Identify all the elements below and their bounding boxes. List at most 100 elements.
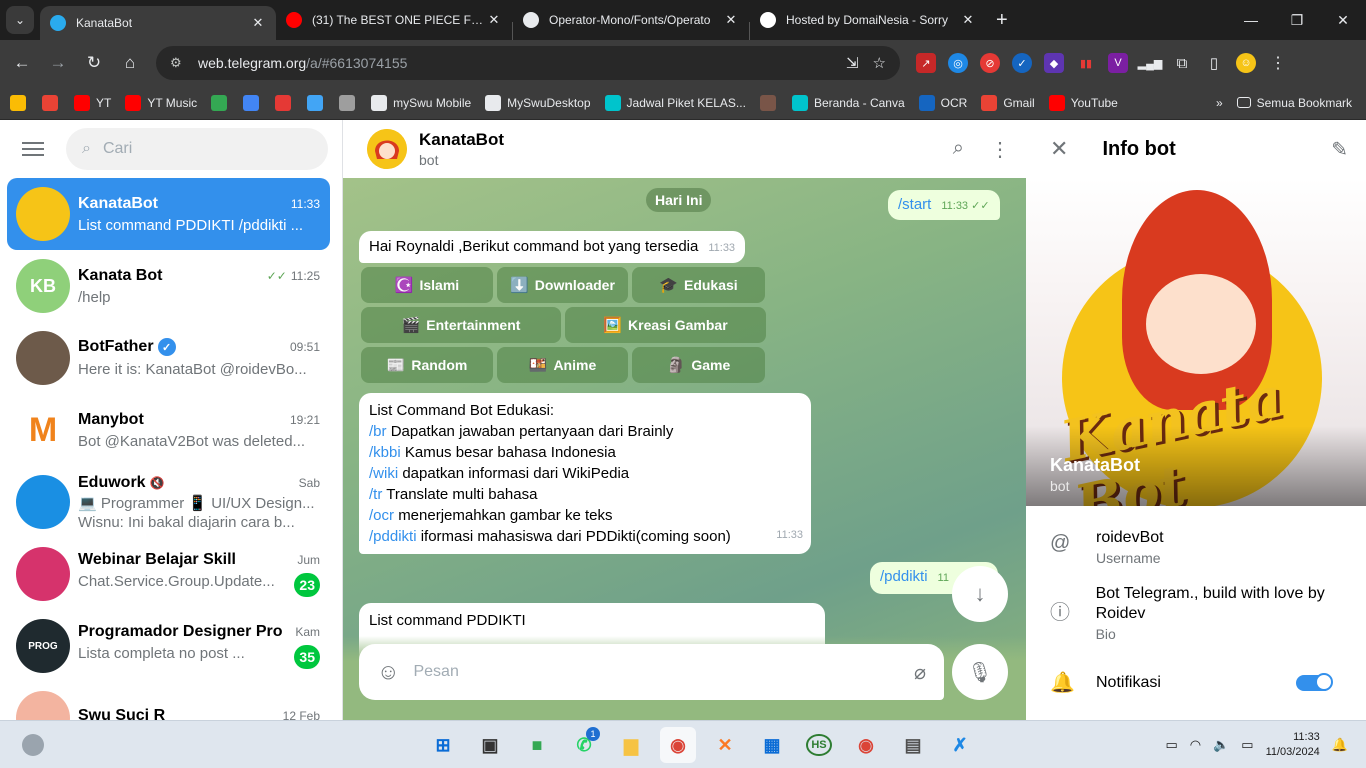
keyboard-button-game[interactable]: 🗿 Game xyxy=(632,347,765,383)
bookmark-item[interactable]: Gmail xyxy=(981,94,1035,111)
hs-icon[interactable]: HS xyxy=(801,727,837,763)
keyboard-button-anime[interactable]: 🍱 Anime xyxy=(497,347,628,383)
side-panel-icon[interactable]: ▯ xyxy=(1204,53,1224,73)
minimize-button[interactable]: — xyxy=(1228,12,1274,29)
bookmark-item[interactable] xyxy=(759,94,782,111)
bot-profile-photo[interactable]: Kanata Bot KanataBot bot xyxy=(1026,178,1366,506)
chrome-2-icon[interactable]: ◉ xyxy=(848,727,884,763)
extension-purple-icon[interactable]: ◆ xyxy=(1044,53,1064,73)
more-options-icon[interactable]: ⋮ xyxy=(990,137,1010,162)
conversation-header[interactable]: KanataBot bot ⌕ ⋮ xyxy=(343,120,1026,178)
all-bookmarks-folder[interactable]: Semua Bookmark xyxy=(1236,96,1352,110)
chat-list-item[interactable]: KB Kanata Bot ✓✓ 11:25/help xyxy=(7,250,330,322)
bookmark-item[interactable]: Beranda - Canva xyxy=(791,94,905,111)
extension-signal-icon[interactable]: ▂▄▆ xyxy=(1138,53,1163,73)
whatsapp-icon[interactable]: ✆ 1 xyxy=(566,727,602,763)
chat-list-item[interactable]: KanataBot 11:33 List command PDDIKTI /pddi… xyxy=(7,178,330,250)
bookmark-item[interactable]: OCR xyxy=(918,94,967,111)
search-in-chat-icon[interactable]: ⌕ xyxy=(953,137,964,162)
extensions-puzzle-icon[interactable]: ⧉ xyxy=(1172,53,1192,73)
keyboard-button-random[interactable]: 📰 Random xyxy=(361,347,493,383)
bookmark-item[interactable]: MySwuDesktop xyxy=(485,94,591,111)
address-bar[interactable]: ⚙ web.telegram.org/a/#6613074155 ⇲ ☆ xyxy=(156,46,900,80)
notifications-toggle[interactable] xyxy=(1296,672,1333,691)
command-link[interactable]: /tr xyxy=(369,486,382,503)
bookmark-item[interactable]: YT Music xyxy=(125,94,197,111)
chat-list-item[interactable]: Swu Suci R 12 Feb xyxy=(7,682,330,720)
edit-icon[interactable]: ✎ xyxy=(1331,137,1348,162)
bookmark-star-icon[interactable]: ☆ xyxy=(873,54,886,72)
bookmark-item[interactable]: mySwu Mobile xyxy=(371,94,471,111)
display-icon[interactable]: ▭ xyxy=(1165,737,1177,753)
chrome-icon[interactable]: ◉ xyxy=(660,727,696,763)
extension-check-icon[interactable]: ✓ xyxy=(1012,53,1032,73)
keyboard-button-kreasi-gambar[interactable]: 🖼️ Kreasi Gambar xyxy=(565,307,766,343)
notification-bell-icon[interactable]: 🔔 xyxy=(1332,737,1348,753)
chat-list-item[interactable]: Eduwork 🔇 Sab 💻 Programmer 📱 UI/UX Design..… xyxy=(7,466,330,538)
calculator-icon[interactable]: ▤ xyxy=(895,727,931,763)
file-explorer-icon[interactable]: ▆ xyxy=(613,727,649,763)
browser-tab[interactable]: (31) The BEST ONE PIECE Funny ✕ xyxy=(276,0,512,40)
browser-tab[interactable]: Hosted by DomaiNesia - Sorry ✕ xyxy=(750,0,986,40)
extension-v-icon[interactable]: V xyxy=(1108,53,1128,73)
extension-block-icon[interactable]: ⊘ xyxy=(980,53,1000,73)
browser-tab[interactable]: KanataBot ✕ xyxy=(40,6,276,40)
conversation-avatar[interactable] xyxy=(367,129,407,169)
voice-message-button[interactable]: 🎙 xyxy=(952,644,1008,700)
username-row[interactable]: @ roidevBot Username xyxy=(1026,528,1366,566)
incoming-message[interactable]: Hai Roynaldi ,Berikut command bot yang t… xyxy=(359,231,746,263)
bookmark-item[interactable] xyxy=(339,94,361,111)
new-tab-button[interactable]: + xyxy=(996,9,1008,32)
outgoing-message[interactable]: /start 11:33 ✓✓ xyxy=(888,190,1000,220)
bookmark-item[interactable]: YouTube xyxy=(1048,94,1118,111)
browser-menu-icon[interactable]: ⋮ xyxy=(1268,53,1288,73)
close-tab-icon[interactable]: ✕ xyxy=(486,12,502,28)
main-menu-icon[interactable] xyxy=(22,142,44,156)
install-app-icon[interactable]: ⇲ xyxy=(846,54,859,72)
close-tab-icon[interactable]: ✕ xyxy=(960,12,976,28)
wifi-icon[interactable]: ◠ xyxy=(1190,737,1201,753)
bookmark-item[interactable] xyxy=(307,94,329,111)
volume-icon[interactable]: 🔈 xyxy=(1213,737,1229,753)
keyboard-button-downloader[interactable]: ⬇️ Downloader xyxy=(497,267,628,303)
search-input[interactable]: ⌕ Cari xyxy=(66,128,328,170)
notifications-row[interactable]: 🔔 Notifikasi xyxy=(1026,670,1366,695)
scroll-to-bottom-button[interactable]: ↓ xyxy=(952,566,1008,622)
close-window-button[interactable]: ✕ xyxy=(1320,12,1366,29)
site-info-icon[interactable]: ⚙ xyxy=(170,55,192,71)
bookmark-item[interactable] xyxy=(10,94,32,111)
command-link[interactable]: /br xyxy=(369,423,387,440)
browser-tab[interactable]: Operator-Mono/Fonts/Operato ✕ xyxy=(513,0,749,40)
extension-equalizer-icon[interactable]: ▮▮ xyxy=(1076,53,1096,73)
attach-icon[interactable]: ⌀ xyxy=(914,660,926,685)
command-link[interactable]: /kbbi xyxy=(369,444,401,461)
bookmark-item[interactable] xyxy=(243,94,265,111)
meet-icon[interactable]: ■ xyxy=(519,727,555,763)
message-composer[interactable]: ☺ Pesan ⌀ xyxy=(359,644,944,700)
more-bookmarks-button[interactable]: » xyxy=(1216,96,1223,110)
xampp-icon[interactable]: ✕ xyxy=(707,727,743,763)
chat-list-item[interactable]: BotFather ✓ 09:51 Here it is: KanataBot @ro… xyxy=(7,322,330,394)
keyboard-button-edukasi[interactable]: 🎓 Edukasi xyxy=(632,267,765,303)
clock[interactable]: 11:33 11/03/2024 xyxy=(1266,730,1320,760)
keyboard-button-islami[interactable]: ☪️ Islami xyxy=(361,267,493,303)
bookmark-item[interactable]: YT xyxy=(74,94,111,111)
extension-red-arrow-icon[interactable]: ↗ xyxy=(916,53,936,73)
widgets-icon[interactable] xyxy=(22,733,44,756)
task-view-icon[interactable]: ▣ xyxy=(472,727,508,763)
bookmark-item[interactable] xyxy=(42,94,64,111)
vscode-icon[interactable]: ✗ xyxy=(942,727,978,763)
tab-search-button[interactable]: ⌄ xyxy=(6,6,34,34)
reload-button[interactable]: ↻ xyxy=(76,53,112,73)
windows-icon[interactable]: ⊞ xyxy=(425,727,461,763)
close-tab-icon[interactable]: ✕ xyxy=(723,12,739,28)
emoji-icon[interactable]: ☺ xyxy=(377,659,399,685)
back-button[interactable]: ← xyxy=(4,53,40,73)
chat-list-item[interactable]: M Manybot 19:21 Bot @KanataV2Bot was delete… xyxy=(7,394,330,466)
incoming-message-edukasi[interactable]: List Command Bot Edukasi: /br Dapatkan j… xyxy=(359,393,811,554)
restore-button[interactable]: ❐ xyxy=(1274,12,1320,29)
chat-list-item[interactable]: PROG Programador Designer Pro Kam Lista com… xyxy=(7,610,330,682)
home-button[interactable]: ⌂ xyxy=(112,53,148,73)
forward-button[interactable]: → xyxy=(40,53,76,73)
bookmark-item[interactable]: Jadwal Piket KELAS... xyxy=(604,94,746,111)
